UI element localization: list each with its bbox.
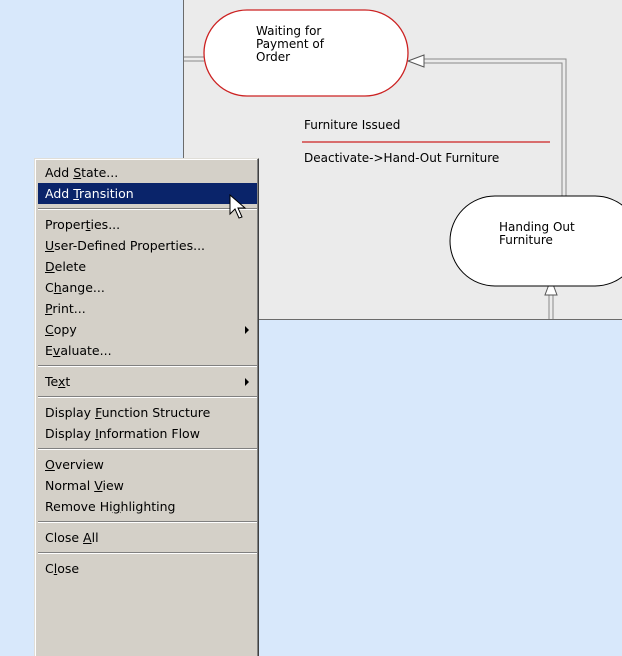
- menu-item-label: Remove Highlighting: [45, 499, 176, 514]
- menu-separator: [38, 396, 257, 398]
- menu-separator: [38, 552, 257, 554]
- transition-action-label: Deactivate->Hand-Out Furniture: [304, 151, 500, 165]
- menu-item-copy[interactable]: Copy: [38, 319, 257, 340]
- menu-item-label: Close: [45, 561, 80, 576]
- menu-separator: [38, 365, 257, 367]
- menu-item-close-all[interactable]: Close All: [38, 527, 257, 548]
- menu-item-evaluate[interactable]: Evaluate...: [38, 340, 257, 361]
- menu-item-display-function-structure[interactable]: Display Function Structure: [38, 402, 257, 423]
- menu-item-remove-highlighting[interactable]: Remove Highlighting: [38, 496, 257, 517]
- menu-separator: [38, 521, 257, 523]
- menu-item-print[interactable]: Print...: [38, 298, 257, 319]
- menu-item-overview[interactable]: Overview: [38, 454, 257, 475]
- menu-item-change[interactable]: Change...: [38, 277, 257, 298]
- menu-item-properties[interactable]: Properties...: [38, 214, 257, 235]
- state-label-handing: Handing Out Furniture: [499, 221, 575, 247]
- state-label-waiting: Waiting for Payment of Order: [256, 25, 324, 64]
- menu-item-label: Change...: [45, 280, 105, 295]
- menu-item-label: Overview: [45, 457, 104, 472]
- menu-item-add-transition[interactable]: Add Transition: [38, 183, 257, 204]
- menu-item-delete[interactable]: Delete: [38, 256, 257, 277]
- submenu-arrow-icon: [245, 378, 249, 386]
- menu-item-label: Text: [45, 374, 71, 389]
- submenu-arrow-icon: [245, 326, 249, 334]
- menu-item-label: Add Transition: [45, 186, 134, 201]
- menu-item-label: Delete: [45, 259, 87, 274]
- menu-item-label: User-Defined Properties...: [45, 238, 206, 253]
- menu-item-label: Close All: [45, 530, 99, 545]
- menu-item-label: Add State...: [45, 165, 119, 180]
- menu-item-label: Evaluate...: [45, 343, 112, 358]
- menu-item-label: Properties...: [45, 217, 121, 232]
- menu-item-label: Display Function Structure: [45, 405, 211, 420]
- menu-item-add-state[interactable]: Add State...: [38, 162, 257, 183]
- context-menu: Add State... Add Transition Properties... U…: [34, 158, 259, 656]
- menu-item-normal-view[interactable]: Normal View: [38, 475, 257, 496]
- state-label-line: Furniture: [499, 233, 553, 247]
- menu-item-label: Print...: [45, 301, 86, 316]
- transition-event-label: Furniture Issued: [304, 118, 401, 132]
- menu-item-user-defined-properties[interactable]: User-Defined Properties...: [38, 235, 257, 256]
- arrowhead-into-waiting: [406, 54, 425, 68]
- mouse-cursor-icon: [229, 194, 247, 219]
- state-label-line: Order: [256, 50, 291, 64]
- menu-separator: [38, 448, 257, 450]
- menu-item-close[interactable]: Close: [38, 558, 257, 579]
- menu-separator: [38, 208, 257, 210]
- menu-item-label: Display Information Flow: [45, 426, 200, 441]
- menu-item-display-information-flow[interactable]: Display Information Flow: [38, 423, 257, 444]
- menu-item-text[interactable]: Text: [38, 371, 257, 392]
- menu-item-label: Normal View: [45, 478, 124, 493]
- menu-item-label: Copy: [45, 322, 77, 337]
